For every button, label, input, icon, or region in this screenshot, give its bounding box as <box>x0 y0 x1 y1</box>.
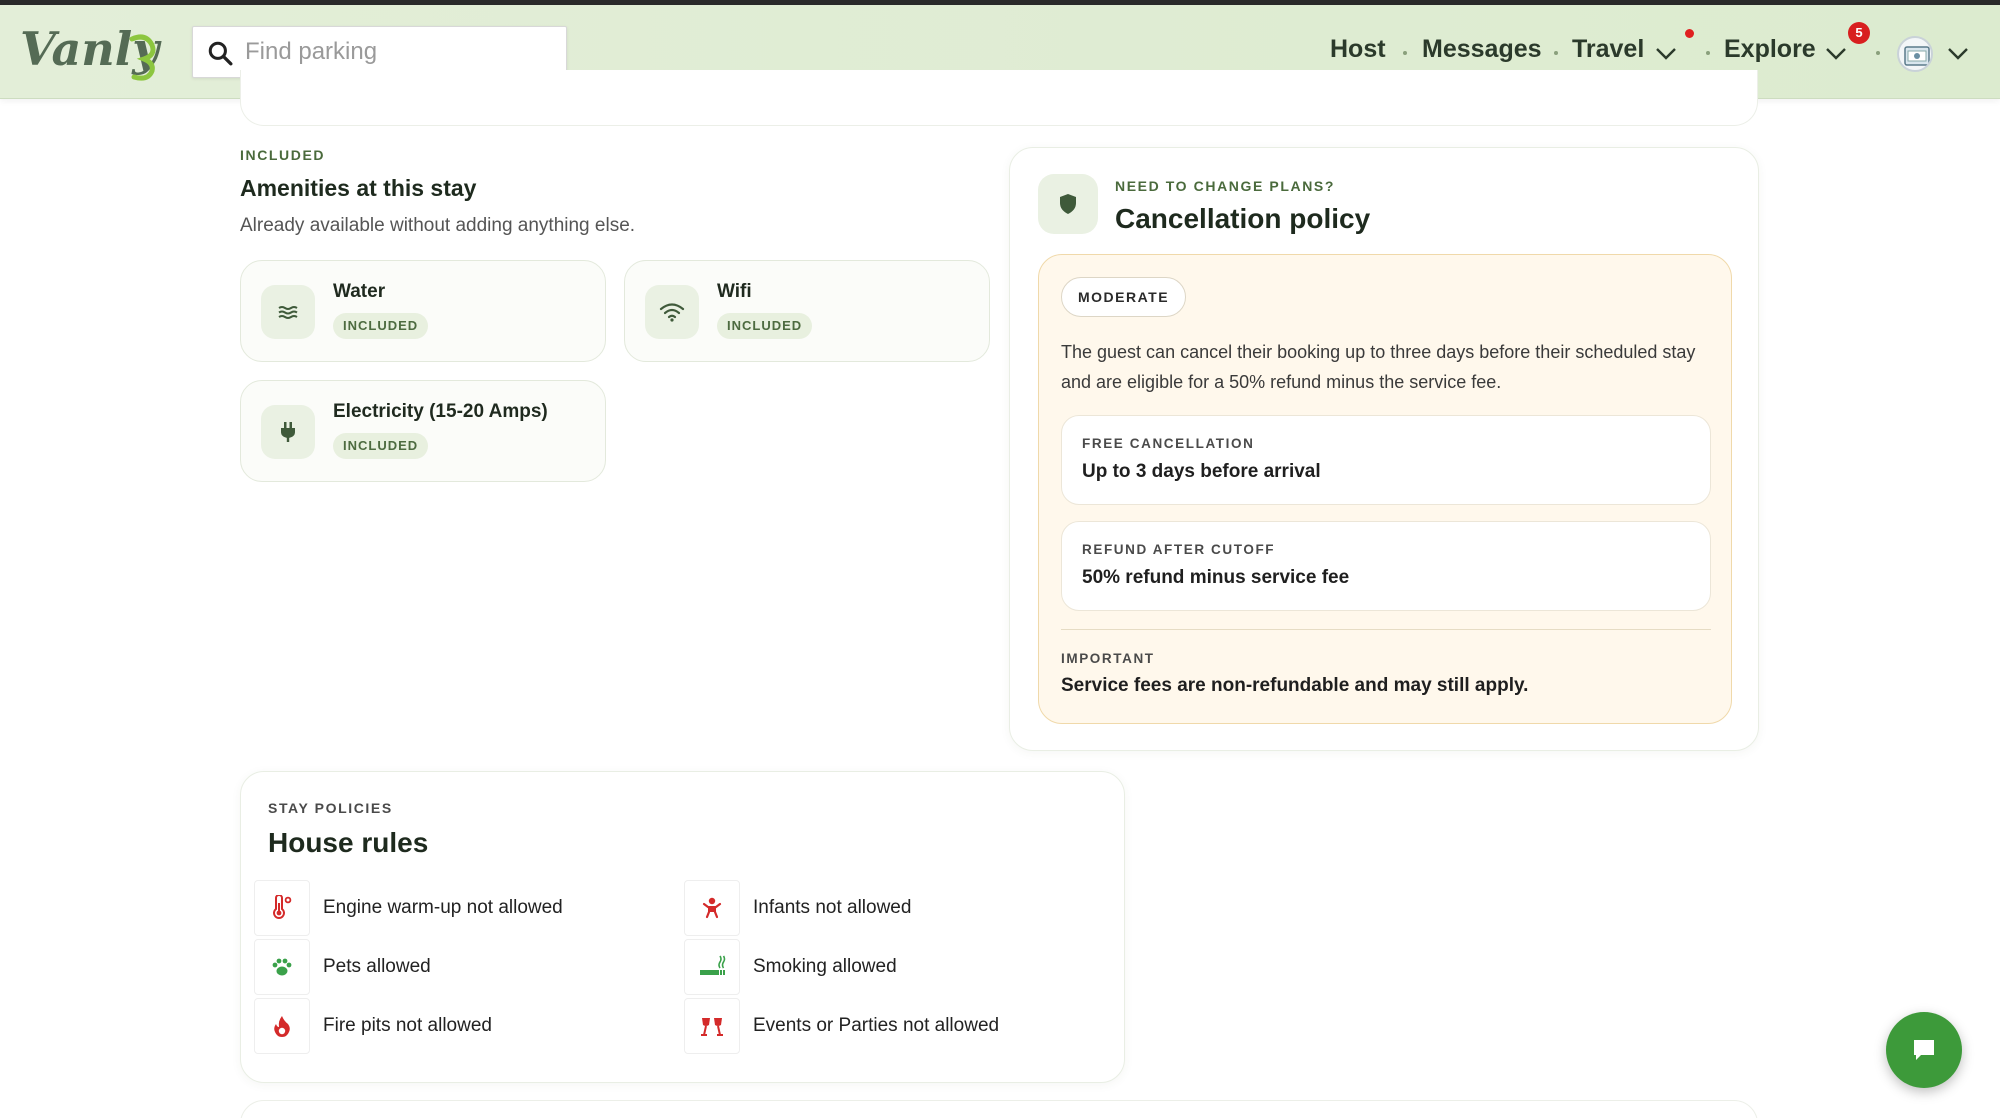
amenities-title: Amenities at this stay <box>240 175 477 201</box>
house-rules-card: STAY POLICIES House rules Engine warm-up… <box>240 771 1125 1083</box>
amenity-icon-box <box>645 285 699 339</box>
smoking-icon <box>700 955 726 975</box>
baby-icon <box>702 897 722 919</box>
thermometer-icon <box>273 895 292 919</box>
rule-icon-box <box>684 939 740 995</box>
rule-icon-box <box>684 880 740 936</box>
rule-infants: Infants not allowed <box>684 880 911 936</box>
amenity-name: Wifi <box>717 281 752 302</box>
chevron-down-icon[interactable] <box>1825 47 1847 61</box>
rule-engine-warmup: Engine warm-up not allowed <box>254 880 563 936</box>
amenity-card-water: Water INCLUDED <box>240 260 606 362</box>
rule-fire-pits: Fire pits not allowed <box>254 998 492 1054</box>
rule-smoking: Smoking allowed <box>684 939 897 995</box>
vanly-logo[interactable]: Vanly <box>20 19 170 85</box>
rule-pets: Pets allowed <box>254 939 431 995</box>
refund-after-cutoff-box: REFUND AFTER CUTOFF 50% refund minus ser… <box>1061 521 1711 611</box>
amenities-eyebrow: INCLUDED <box>240 147 326 163</box>
policy-description: The guest can cancel their booking up to… <box>1061 342 1696 392</box>
nav-separator <box>1554 51 1558 55</box>
amenity-name: Water <box>333 281 386 302</box>
fire-icon <box>274 1016 290 1037</box>
amenity-icon-box <box>261 285 315 339</box>
shield-icon-box <box>1038 174 1098 234</box>
nav-messages-link[interactable]: Messages <box>1422 35 1542 64</box>
paw-icon <box>272 958 292 976</box>
rule-icon-box <box>254 880 310 936</box>
chat-button[interactable] <box>1886 1012 1962 1088</box>
cancellation-eyebrow: NEED TO CHANGE PLANS? <box>1115 178 1336 194</box>
plug-icon <box>281 422 295 442</box>
policy-details-box: MODERATE The guest can cancel their book… <box>1038 254 1732 724</box>
rule-label: Pets allowed <box>323 956 431 977</box>
policy-level-badge: MODERATE <box>1061 277 1187 317</box>
amenities-subtitle: Already available without adding anythin… <box>240 215 636 236</box>
rule-events-parties: Events or Parties not allowed <box>684 998 999 1054</box>
important-label: IMPORTANT <box>1061 651 1155 666</box>
nav-explore-menu[interactable]: Explore <box>1724 35 1816 64</box>
chat-bubble-icon <box>1914 1040 1934 1060</box>
nav-separator <box>1403 51 1407 55</box>
nav-separator <box>1876 51 1880 55</box>
house-rules-title: House rules <box>268 827 429 858</box>
important-text: Service fees are non-refundable and may … <box>1061 675 1529 696</box>
nav-travel-menu[interactable]: Travel <box>1572 35 1644 64</box>
included-badge: INCLUDED <box>333 313 429 339</box>
shield-icon <box>1060 194 1076 214</box>
rule-label: Fire pits not allowed <box>323 1015 492 1036</box>
rule-label: Smoking allowed <box>753 956 897 977</box>
included-badge: INCLUDED <box>333 433 429 459</box>
rule-label: Events or Parties not allowed <box>753 1015 1000 1036</box>
cancellation-policy-card: NEED TO CHANGE PLANS? Cancellation polic… <box>1009 147 1759 751</box>
refund-after-cutoff-label: REFUND AFTER CUTOFF <box>1082 542 1276 557</box>
free-cancellation-box: FREE CANCELLATION Up to 3 days before ar… <box>1061 415 1711 505</box>
amenity-name: Electricity (15-20 Amps) <box>333 401 548 422</box>
search-icon <box>208 41 233 66</box>
next-section-card <box>240 1100 1758 1118</box>
amenity-card-wifi: Wifi INCLUDED <box>624 260 990 362</box>
cancellation-title: Cancellation policy <box>1115 203 1371 234</box>
explore-notification-badge: 5 <box>1848 22 1870 44</box>
free-cancellation-label: FREE CANCELLATION <box>1082 436 1255 451</box>
nav-host-link[interactable]: Host <box>1330 35 1386 64</box>
house-rules-eyebrow: STAY POLICIES <box>268 800 393 816</box>
rule-label: Engine warm-up not allowed <box>323 897 563 918</box>
chevron-down-icon[interactable] <box>1947 47 1969 61</box>
previous-section-card <box>240 70 1758 126</box>
svg-text:Vanly: Vanly <box>20 22 162 76</box>
travel-notification-dot <box>1685 29 1694 38</box>
party-icon <box>701 1018 723 1036</box>
water-icon <box>278 306 298 319</box>
rule-icon-box <box>254 939 310 995</box>
rule-label: Infants not allowed <box>753 897 912 918</box>
rule-icon-box <box>254 998 310 1054</box>
wifi-icon <box>659 303 685 322</box>
chevron-down-icon[interactable] <box>1655 47 1677 61</box>
avatar-image <box>1904 46 1930 66</box>
user-avatar[interactable] <box>1897 36 1933 72</box>
amenity-card-electricity: Electricity (15-20 Amps) INCLUDED <box>240 380 606 482</box>
refund-after-cutoff-value: 50% refund minus service fee <box>1082 567 1350 588</box>
included-badge: INCLUDED <box>717 313 813 339</box>
amenity-icon-box <box>261 405 315 459</box>
free-cancellation-value: Up to 3 days before arrival <box>1082 461 1321 482</box>
policy-divider <box>1061 629 1711 630</box>
rule-icon-box <box>684 998 740 1054</box>
nav-separator <box>1706 51 1710 55</box>
